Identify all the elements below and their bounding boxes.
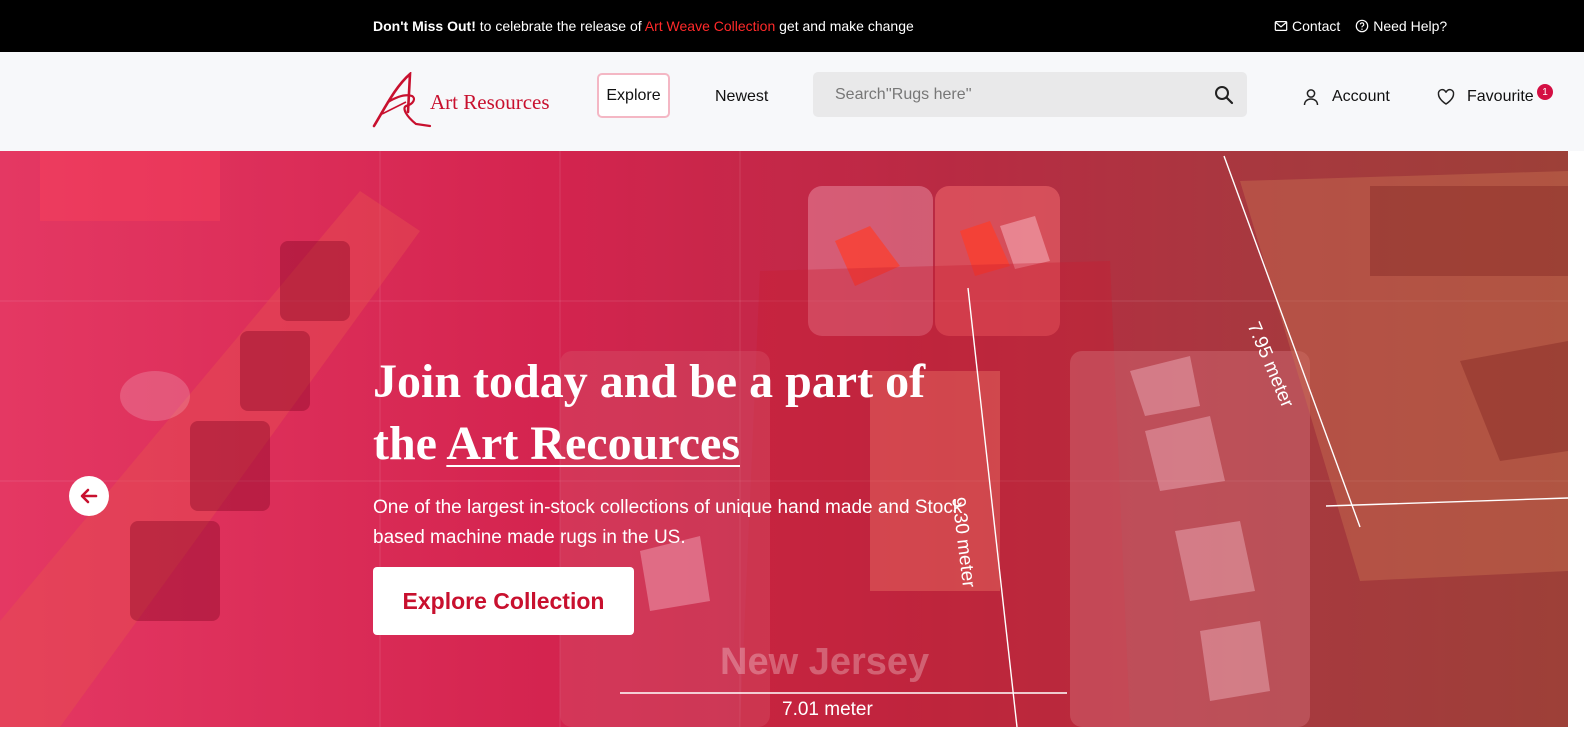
account-link[interactable]: Account xyxy=(1302,88,1390,106)
account-label: Account xyxy=(1332,88,1390,105)
promo-collection-link[interactable]: Art Weave Collection xyxy=(645,18,775,34)
hero-subtitle: One of the largest in-stock collections … xyxy=(373,497,963,548)
favourite-count-badge: 1 xyxy=(1537,84,1553,100)
help-link[interactable]: Need Help? xyxy=(1355,18,1447,34)
hero-title-brand: Art Recources xyxy=(446,417,740,470)
nav-explore[interactable]: Explore xyxy=(597,73,670,118)
logo-text: Art Resources xyxy=(430,89,550,114)
nav-newest[interactable]: Newest xyxy=(715,88,768,106)
favourite-link[interactable]: Favourite 1 xyxy=(1437,84,1553,106)
favourite-label: Favourite xyxy=(1467,88,1534,105)
search-input[interactable] xyxy=(813,72,1203,117)
brand-logo[interactable]: Art Resources xyxy=(372,72,562,128)
hero-title-the: the xyxy=(373,417,447,470)
logo-mark-icon xyxy=(372,72,432,128)
question-circle-icon xyxy=(1355,19,1369,33)
mail-icon xyxy=(1274,21,1288,31)
page-bottom-edge xyxy=(0,727,1584,736)
help-label: Need Help? xyxy=(1373,18,1448,34)
announcement-bar: Don't Miss Out! to celebrate the release… xyxy=(0,0,1584,52)
site-header: Art Resources Explore Newest Account Fav… xyxy=(0,52,1584,151)
dimension-label-bottom: 7.01 meter xyxy=(782,699,873,720)
hero-banner: New Jersey 7.01 meter 9.30 meter 7.95 me… xyxy=(0,151,1568,727)
carousel-prev-button[interactable] xyxy=(69,476,109,516)
location-watermark: New Jersey xyxy=(720,641,930,683)
promo-text: Don't Miss Out! to celebrate the release… xyxy=(373,18,914,34)
search-bar xyxy=(813,72,1247,117)
contact-label: Contact xyxy=(1292,18,1341,34)
explore-collection-button[interactable]: Explore Collection xyxy=(373,567,634,635)
contact-link[interactable]: Contact xyxy=(1274,18,1340,34)
promo-post: get and make change xyxy=(775,18,914,34)
promo-bold: Don't Miss Out! xyxy=(373,18,476,34)
hero-title-line1: Join today and be a part of xyxy=(373,355,926,408)
hero-title: Join today and be a part of the Art Reco… xyxy=(373,351,993,475)
heart-icon xyxy=(1437,88,1455,105)
search-icon[interactable] xyxy=(1213,84,1235,106)
arrow-left-icon xyxy=(80,488,98,504)
promo-pre: to celebrate the release of xyxy=(475,18,645,34)
page-right-edge xyxy=(1568,151,1584,736)
user-icon xyxy=(1303,89,1319,106)
topbar-links: Contact Need Help? xyxy=(1274,18,1447,34)
